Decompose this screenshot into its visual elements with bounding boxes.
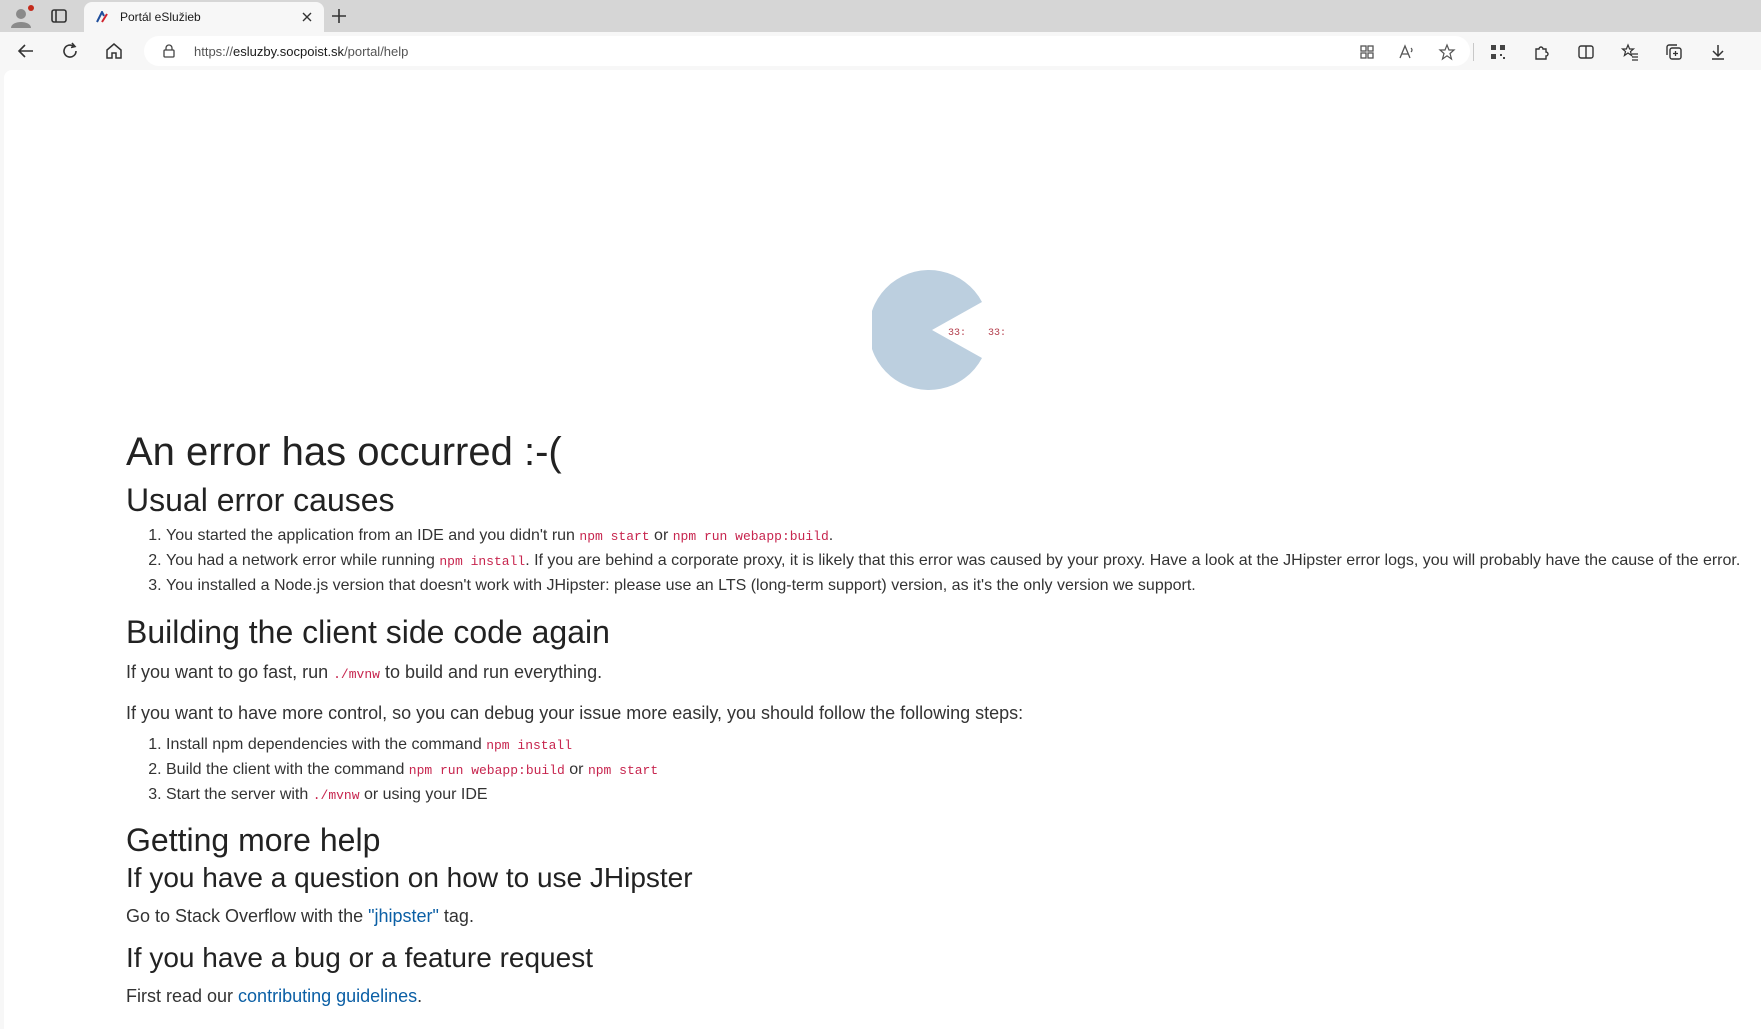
site-favicon-icon (96, 11, 108, 23)
pacman-dot: 33: (988, 328, 1006, 339)
extensions-icon[interactable] (1532, 42, 1552, 62)
loading-pacman-icon: 33: 33: (872, 270, 1006, 390)
downloads-icon[interactable] (1708, 42, 1728, 62)
list-item: Install npm dependencies with the comman… (166, 733, 1746, 758)
url-text[interactable]: https://esluzby.socpoist.sk/portal/help (194, 44, 408, 59)
building-heading: Building the client side code again (126, 614, 610, 650)
browser-toolbar: https://esluzby.socpoist.sk/portal/help (0, 32, 1761, 70)
error-content: An error has occurred :-( Usual error ca… (126, 430, 1746, 1010)
qr-code-icon[interactable] (1488, 42, 1508, 62)
tab-title: Portál eSlužieb (120, 10, 201, 24)
bug-text: First read our contributing guidelines. (126, 986, 423, 1006)
tab-actions-icon[interactable] (50, 7, 68, 25)
new-tab-icon[interactable] (330, 7, 348, 25)
page-content: 33: 33: An error has occurred :-( Usual … (4, 70, 1761, 1029)
home-icon[interactable] (104, 41, 124, 61)
list-item: You started the application from an IDE … (166, 524, 1746, 549)
lock-icon[interactable] (162, 44, 176, 58)
favorites-icon[interactable] (1620, 42, 1640, 62)
favorite-star-icon[interactable] (1438, 43, 1456, 61)
usual-causes-list: You started the application from an IDE … (126, 524, 1746, 598)
split-screen-icon[interactable] (1576, 42, 1596, 62)
list-item: You installed a Node.js version that doe… (166, 574, 1746, 598)
list-item: You had a network error while running np… (166, 549, 1746, 574)
toolbar-separator (1473, 43, 1474, 61)
build-fast-text: If you want to go fast, run ./mvnw to bu… (126, 662, 603, 682)
question-text: Go to Stack Overflow with the "jhipster"… (126, 906, 474, 926)
profile-notification-dot (28, 5, 34, 11)
bug-heading: If you have a bug or a feature request (126, 942, 593, 973)
tab-strip: Portál eSlužieb (0, 0, 1761, 32)
contributing-guidelines-link[interactable]: contributing guidelines (238, 986, 417, 1006)
jhipster-tag-link[interactable]: "jhipster" (368, 906, 439, 926)
page-title: An error has occurred :-( (126, 430, 562, 474)
refresh-icon[interactable] (60, 41, 80, 61)
more-help-heading: Getting more help (126, 822, 381, 858)
question-heading: If you have a question on how to use JHi… (126, 862, 693, 893)
read-aloud-icon[interactable] (1398, 43, 1416, 61)
list-item: Build the client with the command npm ru… (166, 758, 1746, 783)
build-steps-list: Install npm dependencies with the comman… (126, 733, 1746, 808)
close-tab-icon[interactable] (300, 10, 314, 24)
usual-causes-heading: Usual error causes (126, 482, 395, 518)
app-available-icon[interactable] (1358, 43, 1376, 61)
pacman-dot: 33: (948, 328, 966, 339)
active-tab[interactable]: Portál eSlužieb (84, 2, 324, 32)
back-icon[interactable] (16, 41, 36, 61)
build-control-text: If you want to have more control, so you… (126, 703, 1024, 723)
list-item: Start the server with ./mvnw or using yo… (166, 783, 1746, 808)
collections-icon[interactable] (1664, 42, 1684, 62)
address-bar[interactable]: https://esluzby.socpoist.sk/portal/help (144, 36, 1470, 66)
